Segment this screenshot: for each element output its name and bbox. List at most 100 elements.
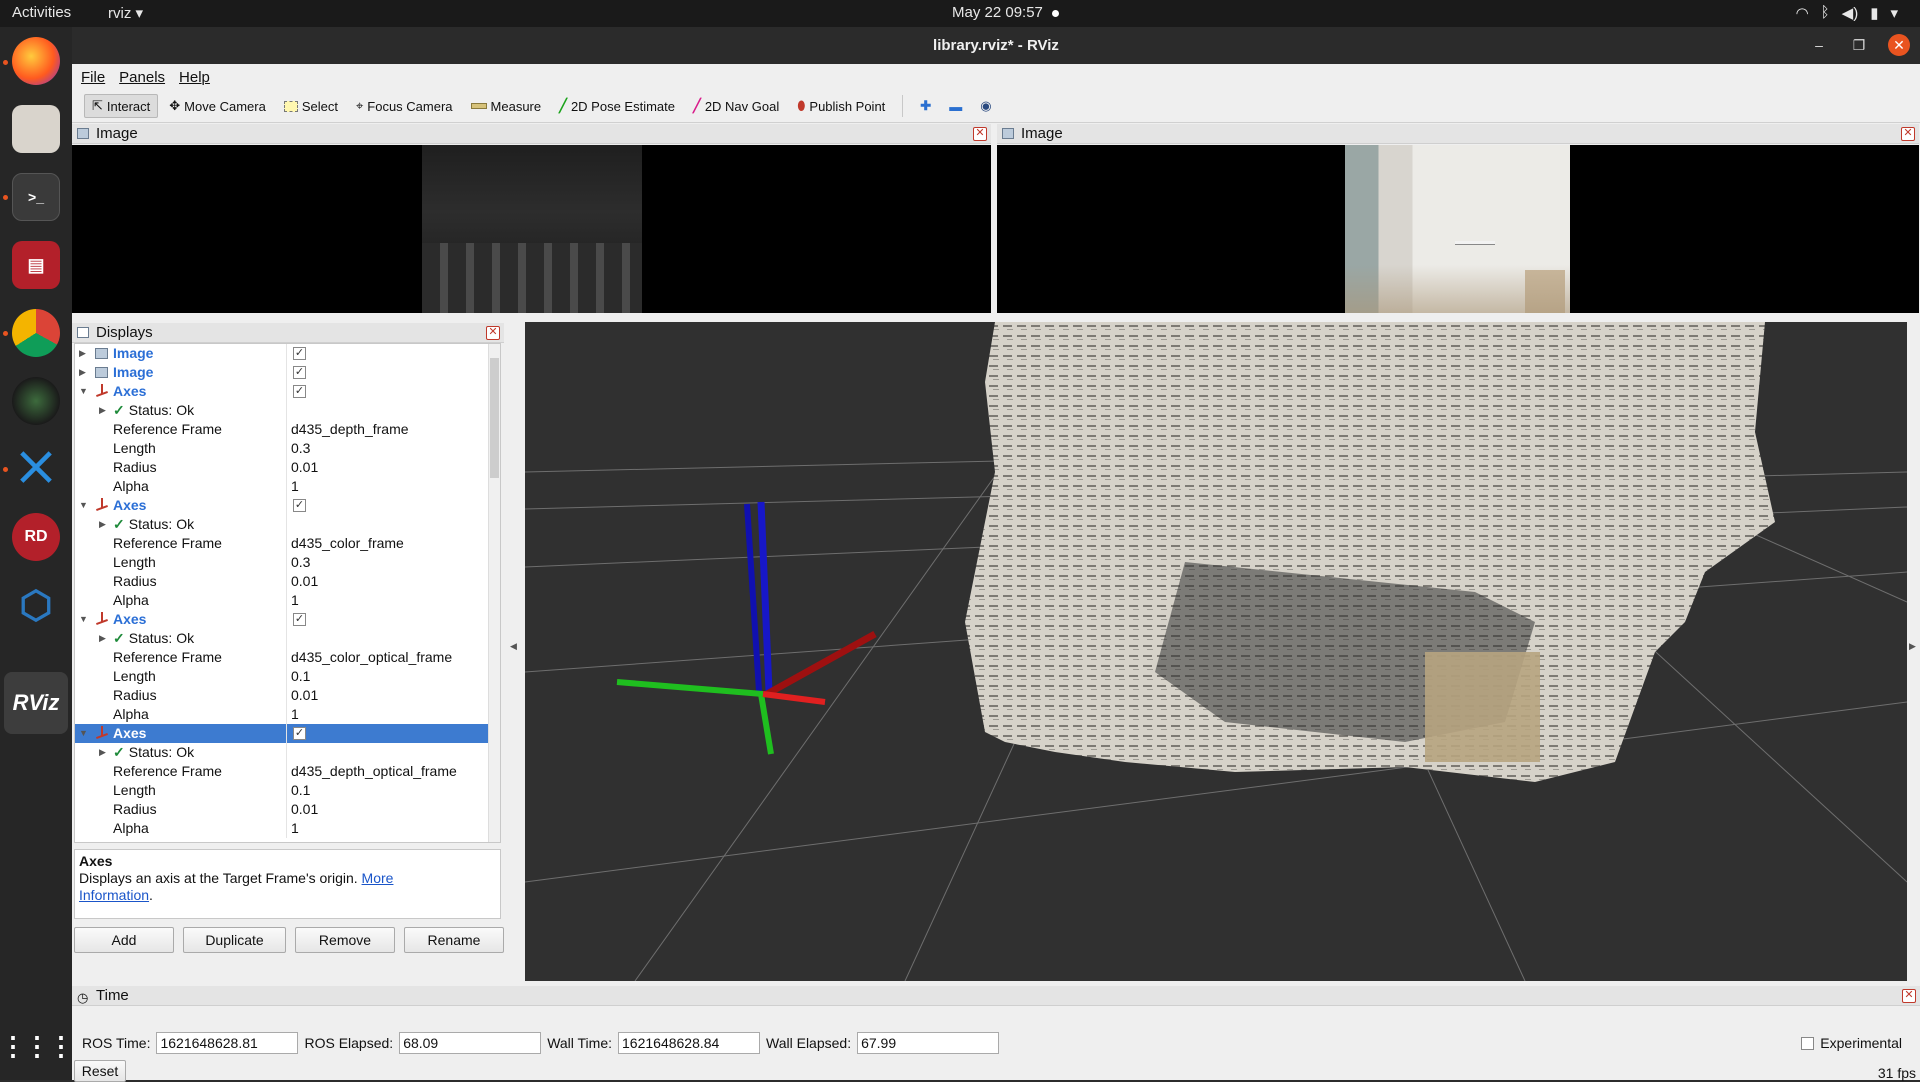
- property-row[interactable]: Alpha 1: [75, 705, 500, 724]
- status-row[interactable]: ▶ ✓ Status: Ok: [75, 743, 500, 762]
- status-row[interactable]: ▶ ✓ Status: Ok: [75, 515, 500, 534]
- close-panel-icon[interactable]: ✕: [486, 326, 500, 340]
- measure-tool-button[interactable]: Measure: [464, 96, 549, 117]
- virtualbox-icon[interactable]: ⬡: [12, 581, 60, 629]
- collapse-arrow-icon[interactable]: ▶: [99, 743, 109, 762]
- enable-checkbox[interactable]: ✓: [293, 347, 306, 360]
- property-value[interactable]: 0.01: [291, 686, 318, 705]
- property-value[interactable]: 0.1: [291, 667, 310, 686]
- property-row[interactable]: Reference Frame d435_color_optical_frame: [75, 648, 500, 667]
- display-row[interactable]: ▶ Image ✓: [75, 363, 500, 382]
- property-row[interactable]: Radius 0.01: [75, 458, 500, 477]
- ros-elapsed-field[interactable]: 68.09: [399, 1032, 542, 1054]
- media-app-icon[interactable]: ▤: [12, 241, 60, 289]
- property-value[interactable]: 0.3: [291, 553, 310, 572]
- wall-elapsed-field[interactable]: 67.99: [857, 1032, 1000, 1054]
- property-value[interactable]: d435_depth_optical_frame: [291, 762, 457, 781]
- battery-icon[interactable]: ▮: [1870, 4, 1878, 22]
- property-value[interactable]: 0.1: [291, 781, 310, 800]
- nav-goal-tool-button[interactable]: ╱ 2D Nav Goal: [686, 95, 786, 117]
- enable-checkbox[interactable]: ✓: [293, 385, 306, 398]
- displays-tree[interactable]: ▶ Image ✓ ▶ Image ✓ ▼ Axes ✓ ▶ ✓ Status: Ok Referenc…: [74, 343, 501, 843]
- chrome-icon[interactable]: [12, 309, 60, 357]
- splitter[interactable]: ◀: [504, 323, 525, 986]
- splitter-right[interactable]: ▶: [1907, 323, 1920, 986]
- display-row[interactable]: ▼ Axes ✓: [75, 724, 500, 743]
- property-row[interactable]: Radius 0.01: [75, 572, 500, 591]
- property-row[interactable]: Reference Frame d435_color_frame: [75, 534, 500, 553]
- clock[interactable]: May 22 09:57: [952, 4, 1043, 21]
- property-row[interactable]: Length 0.1: [75, 781, 500, 800]
- rviz-icon[interactable]: RViz: [12, 679, 60, 727]
- expand-arrow-icon[interactable]: ▼: [79, 724, 89, 743]
- display-row[interactable]: ▼ Axes ✓: [75, 610, 500, 629]
- publish-point-tool-button[interactable]: ⬮ Publish Point: [790, 95, 892, 117]
- view-eye-icon[interactable]: ◉: [973, 95, 998, 117]
- property-row[interactable]: Alpha 1: [75, 591, 500, 610]
- enable-checkbox[interactable]: ✓: [293, 613, 306, 626]
- property-row[interactable]: Reference Frame d435_depth_frame: [75, 420, 500, 439]
- property-row[interactable]: Radius 0.01: [75, 800, 500, 819]
- status-row[interactable]: ▶ ✓ Status: Ok: [75, 629, 500, 648]
- collapse-left-icon[interactable]: ◀: [510, 641, 517, 652]
- enable-checkbox[interactable]: ✓: [293, 499, 306, 512]
- display-row[interactable]: ▼ Axes ✓: [75, 382, 500, 401]
- property-row[interactable]: Length 0.1: [75, 667, 500, 686]
- bluetooth-icon[interactable]: ᛒ: [1821, 4, 1830, 22]
- property-value[interactable]: 0.01: [291, 572, 318, 591]
- expand-arrow-icon[interactable]: ▼: [79, 496, 89, 515]
- collapse-right-icon[interactable]: ▶: [1909, 641, 1916, 652]
- collapse-arrow-icon[interactable]: ▶: [99, 629, 109, 648]
- system-tray[interactable]: ◠ ᛒ ◀) ▮ ▾: [1796, 4, 1898, 22]
- display-row[interactable]: ▶ Image ✓: [75, 344, 500, 363]
- rdc-icon[interactable]: RD: [12, 513, 60, 561]
- app-menu[interactable]: rviz ▾: [108, 4, 143, 22]
- property-value[interactable]: 0.01: [291, 800, 318, 819]
- vscode-icon[interactable]: ⨉: [12, 445, 60, 493]
- duplicate-button[interactable]: Duplicate: [183, 927, 286, 953]
- volume-icon[interactable]: ◀): [1842, 4, 1859, 22]
- activities-button[interactable]: Activities: [12, 4, 71, 21]
- tree-scrollbar[interactable]: [488, 344, 500, 842]
- window-titlebar[interactable]: library.rviz* - RViz – ❐ ✕: [72, 27, 1920, 64]
- more-information-link[interactable]: More: [362, 870, 394, 886]
- ros-time-field[interactable]: 1621648628.81: [156, 1032, 299, 1054]
- enable-checkbox[interactable]: ✓: [293, 366, 306, 379]
- scrollbar-thumb[interactable]: [490, 358, 499, 478]
- move-camera-tool-button[interactable]: ✥ Move Camera: [162, 95, 273, 117]
- property-value[interactable]: 0.01: [291, 458, 318, 477]
- focus-camera-tool-button[interactable]: ⌖ Focus Camera: [349, 95, 460, 117]
- close-panel-icon[interactable]: ✕: [1902, 989, 1916, 1003]
- menu-panels[interactable]: Panels: [119, 69, 165, 86]
- close-window-button[interactable]: ✕: [1888, 34, 1910, 56]
- more-information-link-cont[interactable]: Information: [79, 887, 149, 903]
- menu-help[interactable]: Help: [179, 69, 210, 86]
- enable-checkbox[interactable]: ✓: [293, 727, 306, 740]
- select-tool-button[interactable]: Select: [277, 96, 345, 117]
- status-row[interactable]: ▶ ✓ Status: Ok: [75, 401, 500, 420]
- expand-arrow-icon[interactable]: ▼: [79, 382, 89, 401]
- 3d-render-view[interactable]: [525, 322, 1907, 981]
- terminal-icon[interactable]: >_: [12, 173, 60, 221]
- interact-tool-button[interactable]: ⇱ Interact: [84, 94, 159, 118]
- property-row[interactable]: Length 0.3: [75, 439, 500, 458]
- system-menu-icon[interactable]: ▾: [1890, 4, 1898, 22]
- remove-button[interactable]: Remove: [295, 927, 395, 953]
- property-value[interactable]: 1: [291, 819, 299, 838]
- depth-image-view[interactable]: [72, 145, 991, 313]
- collapse-arrow-icon[interactable]: ▶: [99, 515, 109, 534]
- experimental-toggle[interactable]: Experimental: [1801, 1035, 1902, 1051]
- color-image-view[interactable]: [997, 145, 1919, 313]
- property-value[interactable]: 1: [291, 477, 299, 496]
- property-value[interactable]: 0.3: [291, 439, 310, 458]
- show-apps-icon[interactable]: ⋮⋮⋮: [0, 1022, 74, 1070]
- collapse-arrow-icon[interactable]: ▶: [99, 401, 109, 420]
- rename-button[interactable]: Rename: [404, 927, 504, 953]
- remove-tool-icon[interactable]: ▬: [942, 96, 969, 117]
- reset-button[interactable]: Reset: [74, 1060, 126, 1082]
- wifi-icon[interactable]: ◠: [1796, 4, 1809, 22]
- wall-time-field[interactable]: 1621648628.84: [618, 1032, 761, 1054]
- menu-file[interactable]: File: [81, 69, 105, 86]
- display-row[interactable]: ▼ Axes ✓: [75, 496, 500, 515]
- property-value[interactable]: 1: [291, 705, 299, 724]
